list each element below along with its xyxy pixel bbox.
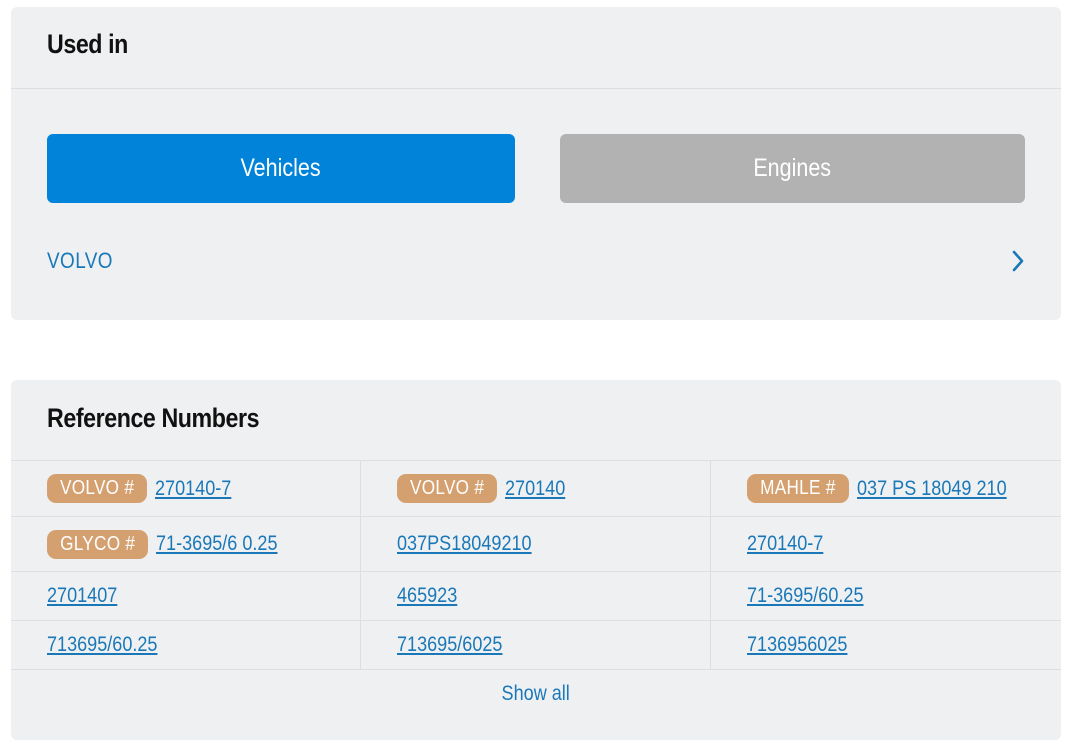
reference-number-link[interactable]: 270140 — [505, 477, 565, 501]
brand-badge: MAHLE # — [747, 474, 849, 503]
used-in-title: Used in — [47, 29, 128, 59]
reference-cell: 270140-7 — [711, 517, 1061, 571]
reference-cell: VOLVO # 270140 — [361, 461, 711, 516]
used-in-divider — [11, 88, 1061, 89]
reference-numbers-card: Reference Numbers VOLVO # 270140-7 VOLVO… — [11, 380, 1061, 740]
reference-number-link[interactable]: 037PS18049210 — [397, 532, 532, 556]
reference-cell: 713695/60.25 — [11, 621, 361, 669]
reference-number-link[interactable]: 2701407 — [47, 584, 117, 608]
reference-number-link[interactable]: 71-3695/60.25 — [747, 584, 864, 608]
chevron-right-icon[interactable] — [1005, 248, 1031, 274]
table-row: GLYCO # 71-3695/6 0.25 037PS18049210 270… — [11, 517, 1061, 572]
reference-cell: 7136956025 — [711, 621, 1061, 669]
make-row-volvo[interactable]: VOLVO — [47, 243, 1031, 279]
reference-cell: 037PS18049210 — [361, 517, 711, 571]
reference-number-link[interactable]: 270140-7 — [747, 532, 823, 556]
reference-number-link[interactable]: 270140-7 — [155, 477, 231, 501]
reference-number-link[interactable]: 465923 — [397, 584, 457, 608]
reference-cell: VOLVO # 270140-7 — [11, 461, 361, 516]
show-all-link[interactable]: Show all — [11, 682, 1061, 706]
reference-number-link[interactable]: 7136956025 — [747, 633, 847, 657]
brand-badge: VOLVO # — [47, 474, 148, 503]
reference-cell: 465923 — [361, 572, 711, 620]
used-in-card: Used in Vehicles Engines VOLVO — [11, 7, 1061, 320]
tab-engines[interactable]: Engines — [560, 134, 1025, 203]
reference-cell: 713695/6025 — [361, 621, 711, 669]
reference-number-link[interactable]: 037 PS 18049 210 — [857, 477, 1007, 501]
table-row: 713695/60.25 713695/6025 7136956025 — [11, 621, 1061, 670]
reference-number-link[interactable]: 713695/6025 — [397, 633, 502, 657]
brand-badge: VOLVO # — [397, 474, 498, 503]
reference-numbers-grid: VOLVO # 270140-7 VOLVO # 270140 MAHLE # … — [11, 461, 1061, 670]
table-row: 2701407 465923 71-3695/60.25 — [11, 572, 1061, 621]
tab-engines-label: Engines — [753, 154, 832, 182]
make-label: VOLVO — [47, 248, 113, 273]
reference-cell: 71-3695/60.25 — [711, 572, 1061, 620]
reference-numbers-title: Reference Numbers — [47, 403, 260, 433]
tab-vehicles-label: Vehicles — [240, 154, 322, 182]
tab-vehicles[interactable]: Vehicles — [47, 134, 515, 203]
reference-number-link[interactable]: 71-3695/6 0.25 — [156, 532, 278, 556]
reference-cell: GLYCO # 71-3695/6 0.25 — [11, 517, 361, 571]
brand-badge: GLYCO # — [47, 529, 149, 559]
show-all-label: Show all — [501, 682, 571, 705]
reference-number-link[interactable]: 713695/60.25 — [47, 633, 157, 657]
reference-cell: 2701407 — [11, 572, 361, 620]
reference-cell: MAHLE # 037 PS 18049 210 — [711, 461, 1061, 516]
table-row: VOLVO # 270140-7 VOLVO # 270140 MAHLE # … — [11, 461, 1061, 517]
